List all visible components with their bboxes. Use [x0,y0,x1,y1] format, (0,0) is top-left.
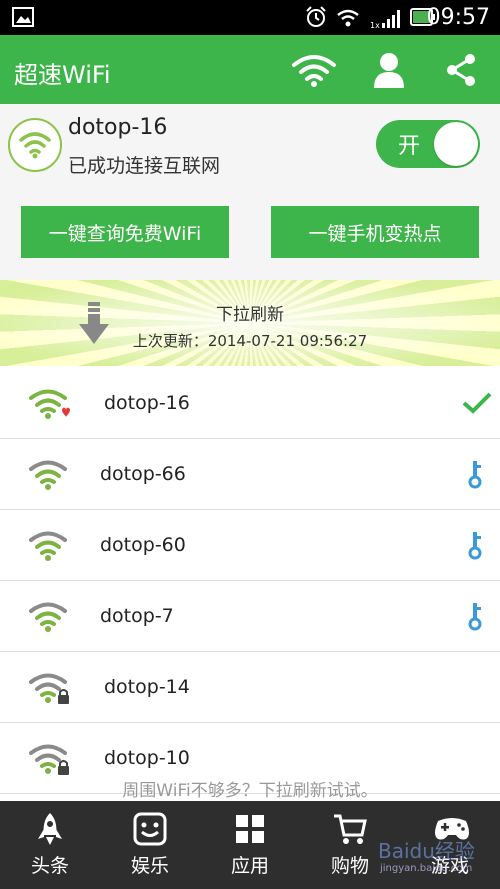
wifi-strong-icon [29,389,70,419]
bottom-tab-bar: 头条 娱乐 应用 购物 游戏 [0,801,500,889]
gamepad-icon [435,818,469,840]
wifi-locked-icon [29,673,69,704]
wifi-strong-icon [29,531,67,561]
wifi-icon[interactable] [290,53,338,87]
status-bar: 1x 09:57 [0,0,500,35]
key-icon [468,461,482,489]
toggle-label: 开 [398,134,421,159]
svg-text:1x: 1x [370,21,380,30]
connected-ssid: dotop-16 [68,115,168,140]
tab-label: 娱乐 [130,855,169,877]
cell-signal-icon: 1x [370,10,400,30]
tab-shopping[interactable]: 购物 [300,801,400,889]
share-icon[interactable] [444,53,478,87]
tab-label: 头条 [30,855,69,877]
network-row[interactable]: dotop-16 [0,368,500,439]
wifi-toggle[interactable]: 开 [376,120,480,168]
wifi-icon [19,132,51,159]
toggle-knob [434,122,478,166]
tab-label: 游戏 [430,855,469,877]
key-icon [468,603,482,631]
gallery-icon [12,7,34,27]
wifi-strong-icon [29,602,67,632]
app-title: 超速WiFi [14,61,111,89]
query-free-wifi-button[interactable]: 一键查询免费WiFi [21,206,229,258]
clock: 09:57 [426,5,490,30]
key-icon [468,532,482,560]
wifi-locked-icon [29,744,69,775]
tab-apps[interactable]: 应用 [200,801,300,889]
alarm-icon [306,6,326,27]
network-ssid: dotop-16 [104,392,190,414]
network-ssid: dotop-60 [100,534,186,556]
network-ssid: dotop-14 [104,676,190,698]
pull-refresh-hint: 周围WiFi不够多？下拉刷新试试。 [122,781,378,801]
pull-refresh-title: 下拉刷新 [216,305,284,325]
smiley-icon [133,812,167,846]
hotspot-button[interactable]: 一键手机变热点 [271,206,479,258]
rocket-icon [38,813,62,845]
wifi-signal-icon [337,9,359,27]
tab-games[interactable]: 游戏 [400,801,500,889]
check-icon [462,392,492,414]
network-ssid: dotop-7 [100,605,174,627]
cart-icon [334,814,367,844]
tab-entertainment[interactable]: 娱乐 [100,801,200,889]
tab-label: 购物 [330,855,369,877]
network-ssid: dotop-10 [104,747,190,769]
network-row[interactable]: dotop-14 [0,652,500,723]
app-bar: 超速WiFi [0,35,500,104]
connected-wifi-badge [8,118,62,172]
connection-status: 已成功连接互联网 [68,155,221,177]
tab-label: 应用 [230,855,269,877]
user-icon[interactable] [372,52,406,88]
grid-icon [236,815,264,843]
network-row[interactable]: dotop-66 [0,439,500,510]
network-ssid: dotop-66 [100,463,186,485]
network-row[interactable]: dotop-7 [0,581,500,652]
tab-headlines[interactable]: 头条 [0,801,100,889]
network-row[interactable]: dotop-60 [0,510,500,581]
last-update-time: 上次更新：2014-07-21 09:56:27 [132,332,368,350]
wifi-strong-icon [29,460,67,490]
